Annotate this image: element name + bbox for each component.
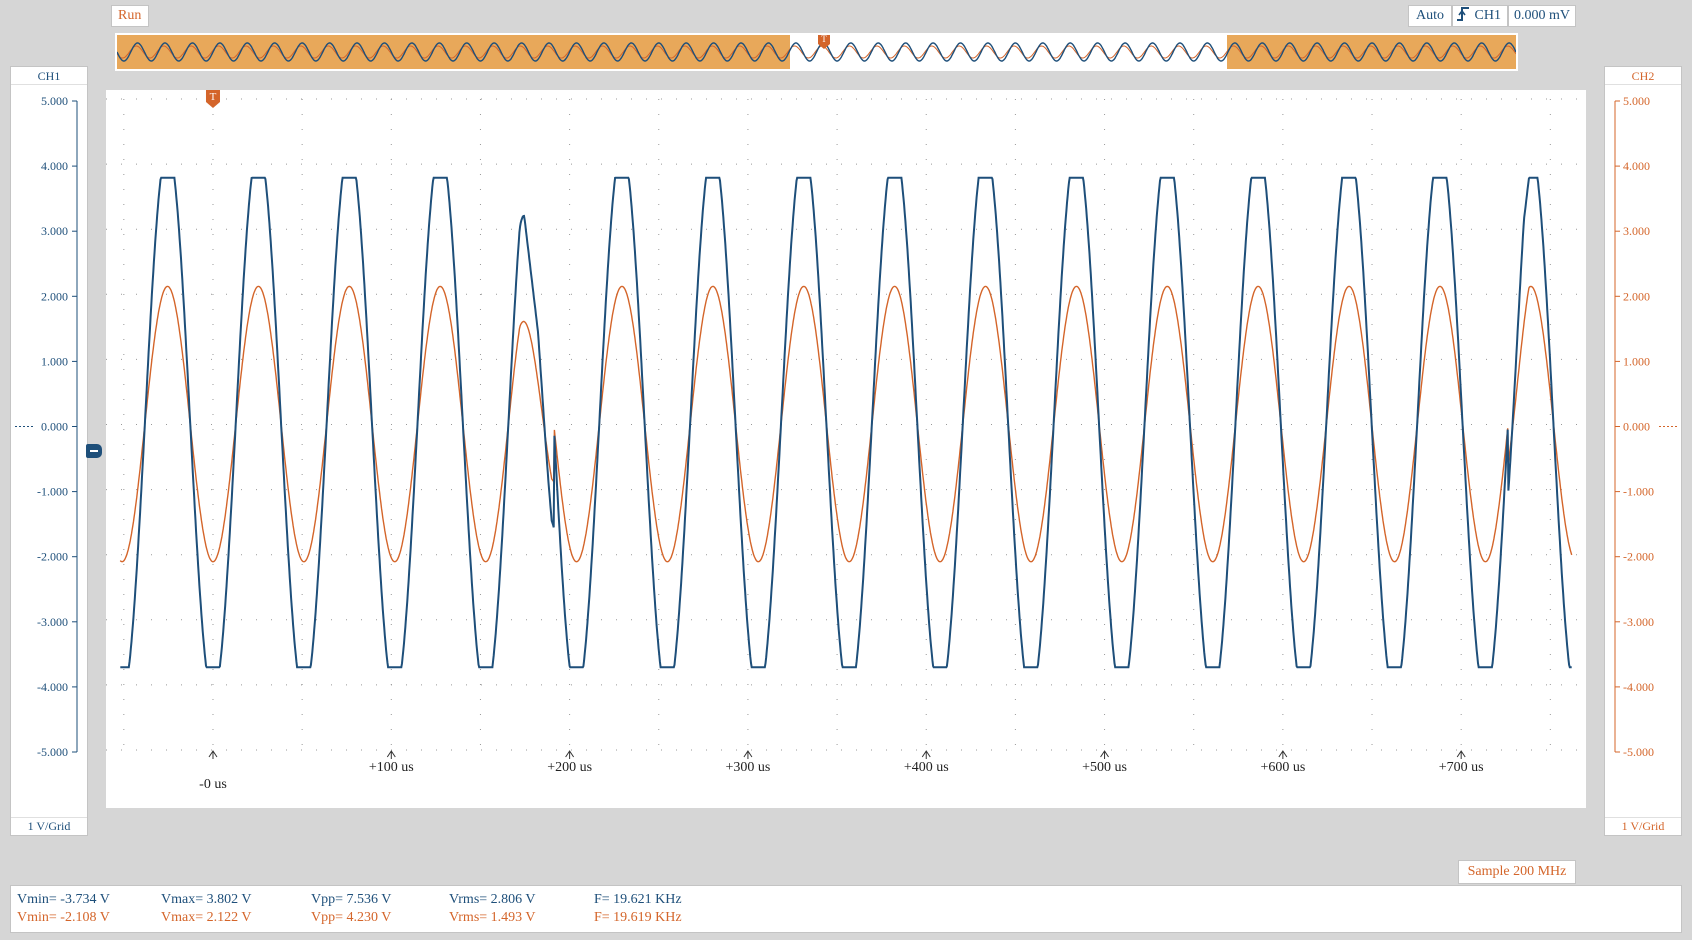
- time-tick-label: -0 us: [199, 777, 227, 792]
- y-tick-label: 2.000: [1623, 289, 1650, 303]
- y-tick-label: -3.000: [1623, 615, 1654, 629]
- ch1-vmax: Vmax= 3.802 V: [161, 892, 252, 907]
- time-tick: [386, 750, 396, 759]
- time-tick-label: +200 us: [547, 760, 592, 775]
- ch1-vpp: Vpp= 7.536 V: [311, 892, 392, 907]
- waveform-plot[interactable]: -0 us +100 us +200 us +300 us +400 us +500 us…: [106, 90, 1586, 808]
- y-tick-label: -4.000: [1623, 680, 1654, 694]
- trigger-mode-button[interactable]: Auto: [1408, 5, 1452, 27]
- y-tick-label: 5.000: [1623, 94, 1650, 108]
- time-tick-label: +600 us: [1260, 760, 1305, 775]
- waveform-chart: -0 us +100 us +200 us +300 us +400 us +500 us…: [106, 90, 1586, 792]
- ch2-label[interactable]: CH2: [1605, 68, 1681, 85]
- measurements-panel: Vmin= -3.734 V Vmax= 3.802 V Vpp= 7.536 …: [10, 885, 1682, 933]
- y-tick-label: -5.000: [37, 745, 68, 759]
- y-tick-label: 5.000: [41, 94, 68, 108]
- ch1-measurements-row: Vmin= -3.734 V Vmax= 3.802 V Vpp= 7.536 …: [11, 892, 1681, 910]
- ch2-scale[interactable]: 1 V/Grid: [1605, 817, 1681, 834]
- trigger-source-label: CH1: [1474, 8, 1501, 23]
- time-tick-label: +300 us: [726, 760, 771, 775]
- overview-left-region: [117, 35, 790, 69]
- time-tick: [1456, 750, 1466, 759]
- time-tick: [743, 750, 753, 759]
- time-tick: [565, 750, 575, 759]
- trigger-level-field[interactable]: 0.000 mV: [1508, 5, 1576, 27]
- y-tick-label: -2.000: [1623, 550, 1654, 564]
- run-status-button[interactable]: Run: [111, 5, 149, 27]
- rising-edge-icon: [1457, 7, 1469, 21]
- y-tick-label: 1.000: [1623, 354, 1650, 368]
- overview-right-region: [1227, 35, 1516, 69]
- time-tick: [1100, 750, 1109, 759]
- ch2-measurements-row: Vmin= -2.108 V Vmax= 2.122 V Vpp= 4.230 …: [11, 910, 1681, 928]
- ch1-waveform: [120, 176, 1572, 669]
- y-tick-label: -5.000: [1623, 745, 1654, 759]
- y-tick-label: 4.000: [41, 159, 68, 173]
- ch2-vpp: Vpp= 4.230 V: [311, 910, 392, 925]
- y-tick-label: -4.000: [37, 680, 68, 694]
- ch1-ground-marker[interactable]: [86, 444, 102, 458]
- overview-chart: T: [116, 33, 1517, 69]
- ch2-waveform: [119, 285, 1573, 563]
- time-tick-label: +500 us: [1082, 760, 1127, 775]
- ch1-vrms: Vrms= 2.806 V: [449, 892, 536, 907]
- ch2-frequency: F= 19.619 KHz: [594, 910, 682, 925]
- y-tick-label: 0.000: [1623, 420, 1650, 434]
- trigger-source-button[interactable]: CH1: [1452, 5, 1508, 27]
- ch1-scale[interactable]: 1 V/Grid: [11, 817, 87, 834]
- y-tick-label: -2.000: [37, 550, 68, 564]
- ch2-vmin: Vmin= -2.108 V: [17, 910, 110, 925]
- ch1-label[interactable]: CH1: [11, 68, 87, 85]
- time-tick-label: +400 us: [904, 760, 949, 775]
- y-tick-label: -1.000: [1623, 485, 1654, 499]
- ch1-y-axis: 5.000 4.000 3.000 2.000 1.000 0.000 -1.000 -2.0…: [15, 94, 78, 759]
- y-tick-label: 2.000: [41, 289, 68, 303]
- y-tick-label: 1.000: [41, 354, 68, 368]
- ch2-vrms: Vrms= 1.493 V: [449, 910, 536, 925]
- y-tick-label: 0.000: [41, 420, 68, 434]
- ch2-vmax: Vmax= 2.122 V: [161, 910, 252, 925]
- ch1-frequency: F= 19.621 KHz: [594, 892, 682, 907]
- time-tick: [921, 750, 931, 759]
- ch2-axis-panel: CH2 5.000 4.000 3.000 2.000 1.000 0.000 -1.000…: [1604, 66, 1682, 836]
- time-tick: [208, 750, 218, 759]
- y-tick-label: -1.000: [37, 485, 68, 499]
- overview-trigger-label: T: [821, 35, 827, 44]
- ch1-axis-panel: CH1 5.000 4.000 3.000 2.000 1.000 0.000 -1.000…: [10, 66, 88, 836]
- ch1-vmin: Vmin= -3.734 V: [17, 892, 110, 907]
- y-tick-label: 3.000: [41, 224, 68, 238]
- time-tick: [1278, 750, 1288, 759]
- y-tick-label: 3.000: [1623, 224, 1650, 238]
- sample-rate-label: Sample 200 MHz: [1458, 860, 1576, 884]
- trigger-marker-label: T: [210, 91, 217, 103]
- ch2-y-axis: 5.000 4.000 3.000 2.000 1.000 0.000 -1.000 -2.0…: [1614, 94, 1679, 759]
- waveform-overview[interactable]: T: [115, 33, 1518, 71]
- trigger-marker[interactable]: T: [205, 90, 220, 108]
- y-tick-label: 4.000: [1623, 159, 1650, 173]
- y-tick-label: -3.000: [37, 615, 68, 629]
- time-tick-label: +700 us: [1439, 760, 1484, 775]
- time-tick-label: +100 us: [369, 760, 414, 775]
